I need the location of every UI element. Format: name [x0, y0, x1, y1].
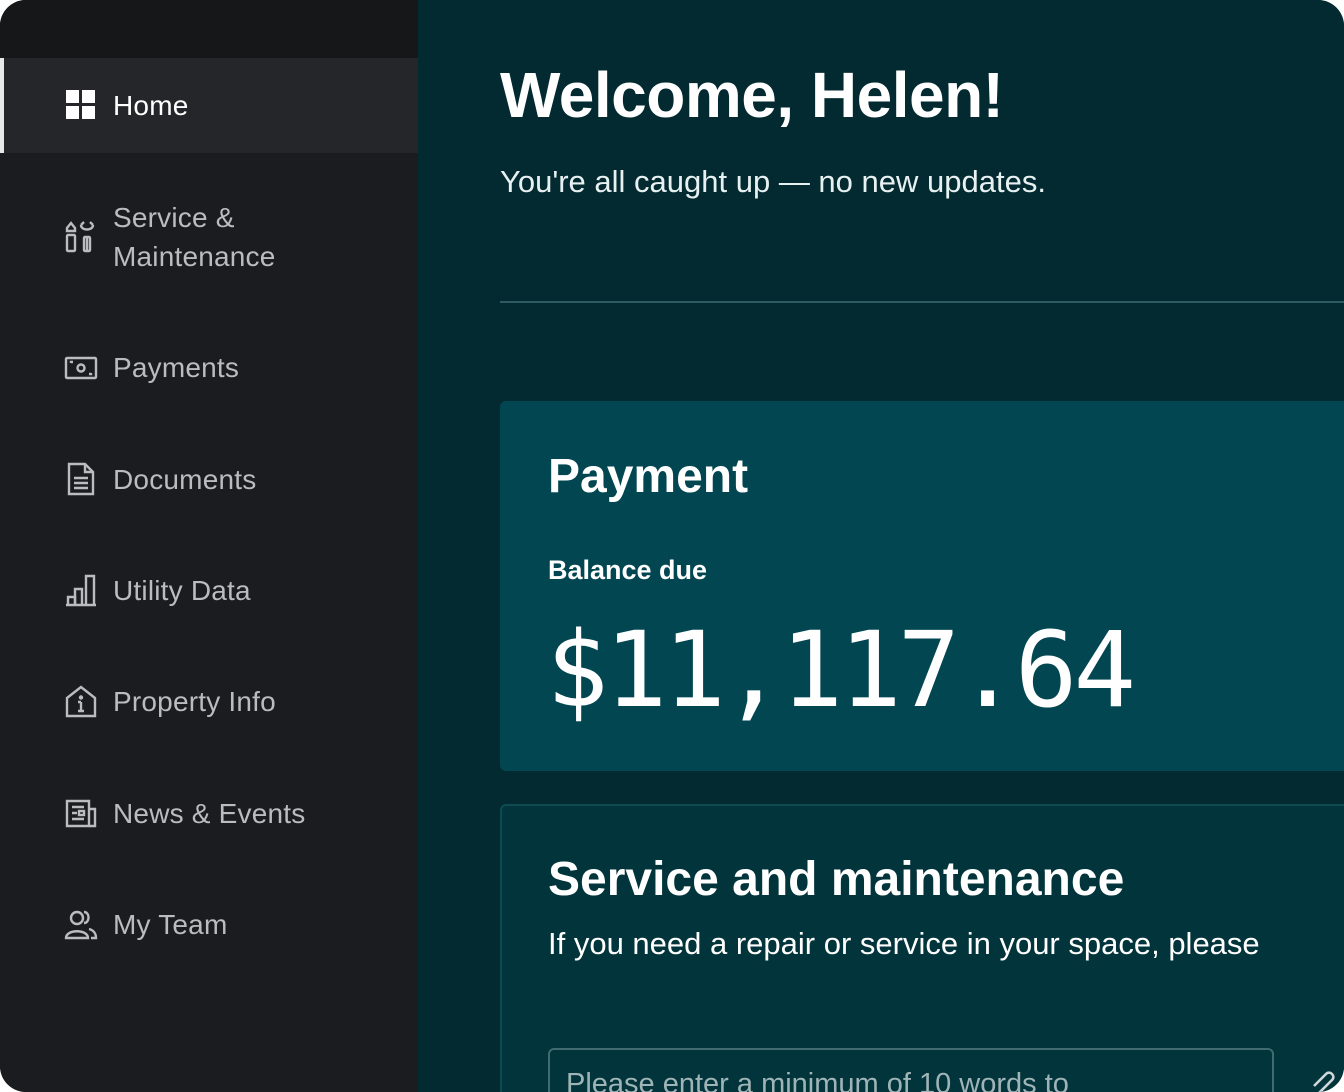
sidebar-item-service-maintenance[interactable]: Service & Maintenance	[0, 178, 418, 298]
service-card: Service and maintenance If you need a re…	[500, 804, 1344, 1092]
service-card-title: Service and maintenance	[548, 853, 1125, 906]
cash-icon	[64, 351, 98, 385]
sidebar-item-property-info[interactable]: Property Info	[0, 662, 418, 742]
sidebar-item-my-team[interactable]: My Team	[0, 885, 418, 965]
sidebar-item-payments[interactable]: Payments	[0, 328, 418, 408]
sidebar-item-label: Documents	[113, 464, 257, 495]
sidebar-item-label: News & Events	[113, 798, 306, 829]
sidebar-item-label: Property Info	[113, 686, 276, 717]
page-title: Welcome, Helen!	[500, 59, 1004, 131]
document-icon	[64, 462, 98, 496]
divider	[500, 301, 1344, 303]
sidebar-item-label: My Team	[113, 909, 228, 940]
sidebar-item-label: Home	[113, 90, 189, 121]
sidebar-item-label: Payments	[113, 352, 240, 383]
tools-icon	[64, 219, 98, 253]
grid-icon	[64, 88, 98, 122]
service-description: If you need a repair or service in your …	[548, 926, 1260, 961]
house-info-icon	[64, 684, 98, 718]
sidebar-item-label: Utility Data	[113, 575, 251, 606]
app-window: Home Service & Maintenance Payments Docu…	[0, 0, 1344, 1092]
balance-label: Balance due	[548, 555, 708, 585]
payment-card[interactable]: Payment Balance due $11,117.64	[500, 401, 1344, 771]
bar-chart-icon	[64, 573, 98, 607]
newspaper-icon	[64, 796, 98, 830]
page-subtitle: You're all caught up — no new updates.	[500, 164, 1046, 199]
attach-icon[interactable]	[1310, 1068, 1340, 1092]
sidebar: Home Service & Maintenance Payments Docu…	[0, 0, 418, 1092]
sidebar-item-home[interactable]: Home	[0, 58, 418, 153]
sidebar-header	[0, 0, 418, 58]
sidebar-item-label: Service & Maintenance	[113, 202, 276, 272]
balance-amount: $11,117.64	[546, 609, 1136, 731]
sidebar-item-documents[interactable]: Documents	[0, 440, 418, 520]
service-request-input[interactable]: Please enter a minimum of 10 words to	[548, 1048, 1274, 1092]
sidebar-item-news-events[interactable]: News & Events	[0, 774, 418, 854]
people-icon	[64, 907, 98, 941]
payment-card-title: Payment	[548, 450, 749, 503]
sidebar-item-utility-data[interactable]: Utility Data	[0, 551, 418, 631]
main-content: Welcome, Helen! You're all caught up — n…	[418, 0, 1344, 1092]
